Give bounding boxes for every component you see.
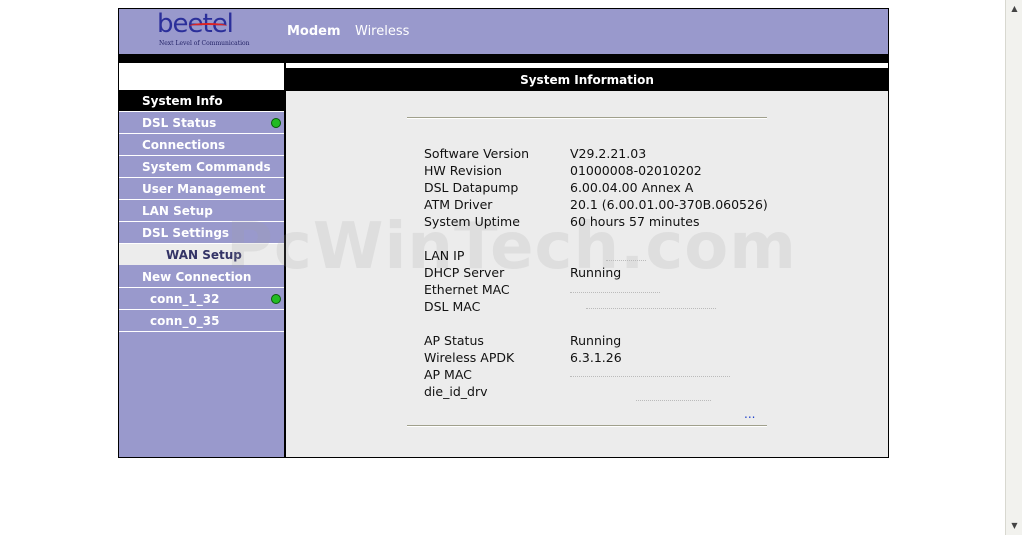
info-value: Running (570, 333, 622, 348)
info-row-ethernet-mac: Ethernet MAC (424, 281, 570, 298)
info-key: AP MAC (424, 367, 472, 382)
info-key: die_id_drv (424, 384, 488, 399)
redacted-value (636, 394, 711, 401)
info-key: Wireless APDK (424, 350, 515, 365)
info-value: 6.00.04.00 Annex A (570, 180, 694, 195)
info-row-ap-status: AP Status Running (424, 332, 621, 349)
status-ok-icon (271, 294, 281, 304)
info-key: System Uptime (424, 214, 520, 229)
info-row-ap-mac: AP MAC (424, 366, 570, 383)
info-value: V29.2.21.03 (570, 146, 647, 161)
vertical-scrollbar[interactable]: ▲ ▼ (1005, 0, 1022, 535)
sidebar-item-connections[interactable]: Connections (119, 134, 284, 156)
sidebar-item-label: System Info (142, 94, 223, 108)
main-content: System Information PcWinTech.com Softwar… (226, 68, 888, 457)
info-value: 20.1 (6.00.01.00-370B.060526) (570, 197, 768, 212)
info-row-die-id-drv: die_id_drv (424, 383, 570, 400)
info-key: AP Status (424, 333, 484, 348)
sidebar-item-conn-1-32[interactable]: conn_1_32 (119, 288, 284, 310)
redacted-value (586, 302, 716, 309)
info-row-dhcp-server: DHCP Server Running (424, 264, 621, 281)
sidebar-item-label: Connections (142, 138, 226, 152)
sidebar-item-label: WAN Setup (166, 248, 242, 262)
sidebar-item-wan-setup[interactable]: WAN Setup (119, 244, 284, 266)
router-frame: beetel Next Level of Communication Modem… (118, 8, 889, 458)
sidebar-item-label: DSL Settings (142, 226, 230, 240)
sidebar-item-label: DSL Status (142, 116, 217, 130)
header-bar: beetel Next Level of Communication Modem… (119, 9, 888, 54)
info-key: Ethernet MAC (424, 282, 510, 297)
info-row-atm-driver: ATM Driver 20.1 (6.00.01.00-370B.060526) (424, 196, 768, 213)
sidebar-item-label: conn_0_35 (150, 314, 220, 328)
info-value: 6.3.1.26 (570, 350, 622, 365)
info-row-hw-revision: HW Revision 01000008-02010202 (424, 162, 702, 179)
beetel-logo[interactable]: beetel Next Level of Communication (157, 10, 257, 50)
info-value: 01000008-02010202 (570, 163, 702, 178)
sidebar-item-conn-0-35[interactable]: conn_0_35 (119, 310, 284, 332)
info-key: Software Version (424, 146, 530, 161)
sidebar-item-label: conn_1_32 (150, 292, 220, 306)
info-row-software-version: Software Version V29.2.21.03 (424, 145, 646, 162)
info-key: HW Revision (424, 163, 502, 178)
sidebar-item-label: LAN Setup (142, 204, 213, 218)
divider (407, 117, 767, 119)
info-value: 60 hours 57 minutes (570, 214, 700, 229)
nav-wireless[interactable]: Wireless (355, 24, 409, 39)
scroll-down-arrow-icon[interactable]: ▼ (1008, 519, 1021, 533)
more-link[interactable]: ... (744, 407, 755, 421)
logo-swoosh-icon (189, 23, 227, 29)
info-key: DSL MAC (424, 299, 481, 314)
scroll-up-arrow-icon[interactable]: ▲ (1008, 2, 1021, 16)
info-row-system-uptime: System Uptime 60 hours 57 minutes (424, 213, 699, 230)
menu-list: System Info DSL Status Connections Syste… (119, 90, 284, 332)
sidebar-item-system-commands[interactable]: System Commands (119, 156, 284, 178)
sidebar-item-system-info[interactable]: System Info (119, 90, 284, 112)
sidebar-item-user-management[interactable]: User Management (119, 178, 284, 200)
info-key: DHCP Server (424, 265, 505, 280)
divider (407, 425, 767, 427)
info-key: LAN IP (424, 248, 465, 263)
page-title: System Information (286, 68, 888, 91)
sidebar-item-label: New Connection (142, 270, 252, 284)
info-row-wireless-apdk: Wireless APDK 6.3.1.26 (424, 349, 622, 366)
status-ok-icon (271, 118, 281, 128)
sidebar-item-new-connection[interactable]: New Connection (119, 266, 284, 288)
sidebar-item-label: System Commands (142, 160, 271, 174)
sidebar-item-label: User Management (142, 182, 266, 196)
info-row-dsl-mac: DSL MAC (424, 298, 570, 315)
sidebar-item-dsl-status[interactable]: DSL Status (119, 112, 284, 134)
redacted-value (570, 286, 660, 293)
redacted-value (570, 370, 730, 377)
sidebar-item-dsl-settings[interactable]: DSL Settings (119, 222, 284, 244)
redacted-value (606, 254, 646, 261)
info-key: ATM Driver (424, 197, 493, 212)
info-value: Running (570, 265, 622, 280)
info-row-dsl-datapump: DSL Datapump 6.00.04.00 Annex A (424, 179, 693, 196)
info-key: DSL Datapump (424, 180, 519, 195)
sidebar-menu: System Info DSL Status Connections Syste… (119, 68, 284, 457)
logo-tagline: Next Level of Communication (159, 40, 250, 47)
sidebar-item-lan-setup[interactable]: LAN Setup (119, 200, 284, 222)
nav-modem[interactable]: Modem (287, 24, 341, 39)
sidebar-spacer (119, 68, 284, 90)
info-row-lan-ip: LAN IP (424, 247, 570, 264)
